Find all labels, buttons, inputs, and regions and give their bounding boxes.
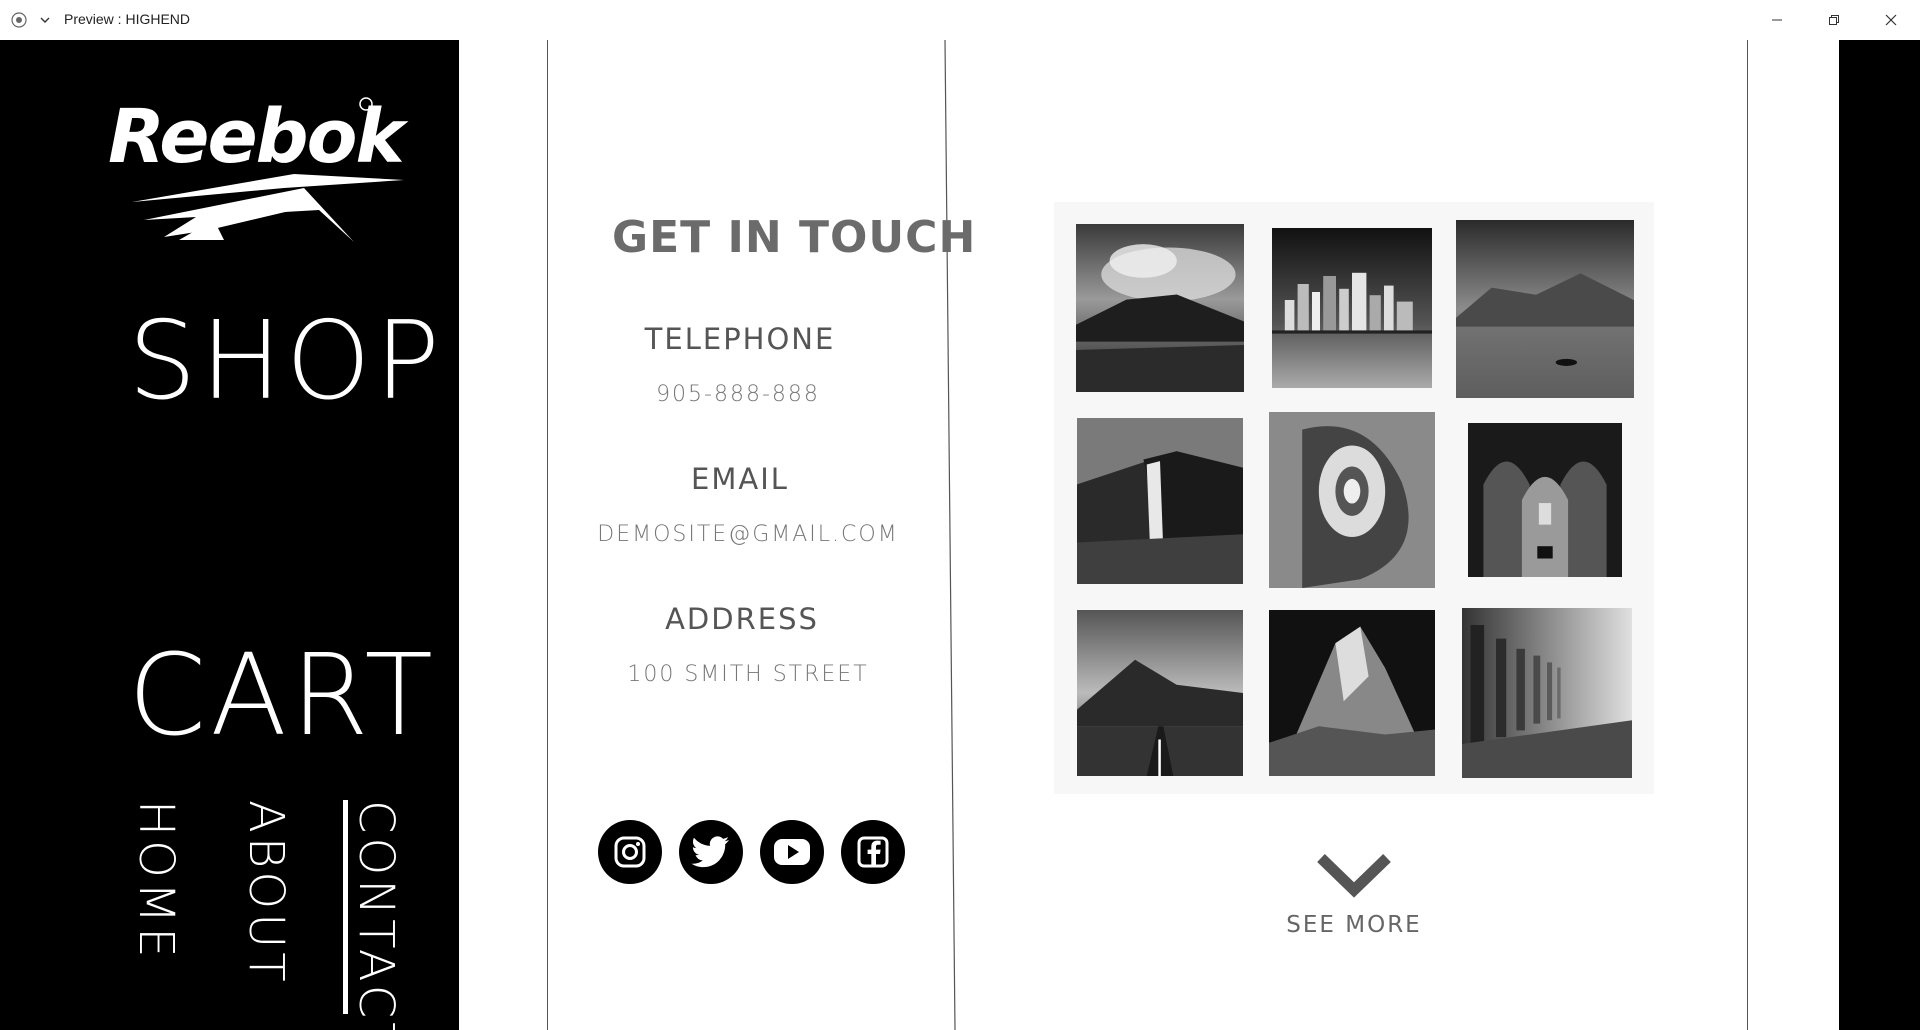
chevron-down-icon[interactable]	[1317, 852, 1391, 898]
restore-button[interactable]	[1811, 0, 1857, 40]
email-value[interactable]: DEMOSITE@GMAIL.COM	[548, 522, 948, 547]
twitter-icon	[691, 836, 729, 868]
divider-line	[1747, 40, 1748, 1030]
see-more-button[interactable]: SEE MORE	[1254, 912, 1454, 938]
preview-app-icon	[11, 12, 27, 28]
rocky-peak-photo[interactable]	[1269, 610, 1435, 776]
colonnade-photo[interactable]	[1462, 608, 1632, 778]
contact-section: GET IN TOUCH TELEPHONE 905-888-888 EMAIL…	[548, 40, 975, 1030]
window-title: Preview : HIGHEND	[64, 11, 191, 27]
volcano-clouds-photo[interactable]	[1076, 224, 1244, 392]
close-icon	[1885, 14, 1897, 26]
svg-text:Reebok: Reebok	[108, 94, 408, 180]
address-value: 100 SMITH STREET	[627, 662, 869, 687]
nav-cart[interactable]: CART	[128, 640, 437, 752]
window-titlebar: Preview : HIGHEND	[0, 0, 1920, 40]
close-button[interactable]	[1868, 0, 1914, 40]
nav-home[interactable]: HOME	[128, 800, 184, 962]
youtube-link[interactable]	[760, 820, 824, 884]
spiral-sculpture-photo[interactable]	[1269, 412, 1435, 588]
telephone-label: TELEPHONE	[644, 322, 836, 356]
facebook-icon	[857, 836, 889, 868]
gothic-arches-photo[interactable]	[1468, 423, 1622, 577]
address-label: ADDRESS	[665, 602, 819, 636]
mountain-road-photo[interactable]	[1077, 610, 1243, 776]
misty-lake-photo[interactable]	[1456, 220, 1634, 398]
waterfall-cliff-photo[interactable]	[1077, 418, 1243, 584]
twitter-link[interactable]	[679, 820, 743, 884]
divider-line	[458, 40, 459, 1030]
chevron-down-icon[interactable]	[39, 14, 51, 26]
minimize-icon	[1772, 19, 1782, 21]
nav-shop[interactable]: SHOP	[128, 308, 444, 416]
telephone-value[interactable]: 905-888-888	[538, 382, 938, 407]
instagram-link[interactable]	[598, 820, 662, 884]
divider-line	[1839, 40, 1840, 1030]
email-label: EMAIL	[691, 462, 789, 496]
nav-about[interactable]: ABOUT	[238, 800, 294, 986]
reebok-logo[interactable]: Reebok	[104, 92, 424, 242]
right-margin	[1839, 40, 1920, 1030]
youtube-icon	[774, 839, 810, 865]
city-skyline-photo[interactable]	[1272, 228, 1432, 388]
minimize-button[interactable]	[1754, 0, 1800, 40]
facebook-link[interactable]	[841, 820, 905, 884]
nav-contact[interactable]: CONTACT	[348, 800, 404, 1030]
instagram-icon	[614, 836, 646, 868]
photo-gallery	[1054, 202, 1654, 794]
restore-icon	[1829, 15, 1839, 25]
contact-title: GET IN TOUCH	[612, 212, 977, 263]
